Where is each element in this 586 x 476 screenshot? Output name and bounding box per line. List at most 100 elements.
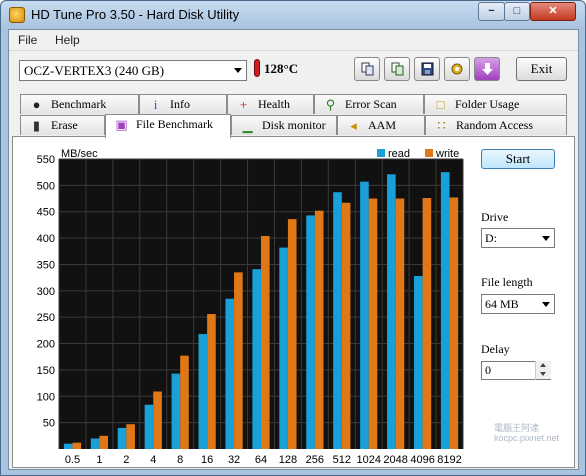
read-bar (144, 404, 154, 449)
legend-label: write (435, 148, 459, 160)
copy-all-button[interactable] (384, 57, 410, 81)
tab-file-benchmark[interactable]: ▣ File Benchmark (105, 114, 231, 138)
write-bar (180, 355, 189, 449)
read-bar (306, 215, 315, 449)
copy-icon (361, 62, 374, 76)
tab-label: Benchmark (51, 97, 107, 111)
random-access-icon: ∷ (437, 118, 446, 133)
copy-button[interactable] (354, 57, 380, 81)
settings-pane: Start Drive D: File length 64 MB Delay 0 (479, 137, 574, 467)
exit-button[interactable]: Exit (516, 57, 567, 81)
app-icon (9, 7, 25, 23)
spin-up-icon[interactable] (536, 361, 551, 370)
x-tick-label: 16 (201, 454, 213, 466)
benchmark-chart: 50 100 150 200 250 300 350 400 450 500 550 0.5 1 2 4 8 1… (13, 145, 473, 467)
tab-random-access[interactable]: ∷ Random Access (425, 115, 567, 135)
legend-label: read (388, 148, 410, 160)
read-bar (117, 427, 127, 449)
app-window: HD Tune Pro 3.50 - Hard Disk Utility − □… (0, 0, 586, 476)
write-bar (341, 202, 351, 449)
x-tick-label: 2048 (383, 454, 407, 466)
tab-erase[interactable]: ▮ Erase (20, 115, 105, 135)
y-tick-label: 500 (37, 180, 55, 192)
legend-swatch (425, 149, 433, 157)
read-bar (198, 334, 208, 449)
write-bar (126, 424, 135, 449)
write-bar (207, 314, 216, 449)
minimize-button[interactable]: − (478, 2, 505, 21)
spin-down-icon[interactable] (536, 370, 551, 379)
x-tick-label: 1024 (356, 454, 380, 466)
tab-info[interactable]: i Info (139, 94, 227, 114)
y-tick-label: 50 (43, 418, 55, 430)
read-bar (440, 172, 450, 449)
download-button[interactable] (474, 57, 500, 81)
x-tick-label: 512 (333, 454, 351, 466)
read-bar (279, 247, 288, 449)
write-bar (395, 198, 405, 449)
x-tick-label: 2 (123, 454, 129, 466)
options-icon (451, 63, 463, 75)
watermark: 電腦王阿達 kocpc.pixnet.net (494, 423, 559, 443)
tab-label: Disk monitor (262, 118, 326, 132)
read-bar (387, 174, 396, 450)
tab-health[interactable]: + Health (227, 94, 314, 114)
watermark-line2: kocpc.pixnet.net (494, 433, 560, 443)
write-bar (153, 391, 162, 449)
health-icon: + (239, 97, 248, 112)
drive-letter-select[interactable]: D: (481, 228, 555, 248)
tab-folder-usage[interactable]: □ Folder Usage (424, 94, 567, 114)
drive-letter-value: D: (485, 231, 497, 245)
write-bar (314, 210, 324, 449)
tab-label: File Benchmark (136, 117, 213, 131)
write-bar (99, 435, 109, 449)
menu-file[interactable]: File (18, 33, 37, 47)
start-button[interactable]: Start (481, 149, 555, 169)
temperature-readout: 128°C (264, 61, 299, 76)
watermark-line1: 電腦王阿達 (494, 423, 540, 433)
tab-error-scan[interactable]: ⚲ Error Scan (314, 94, 424, 114)
tab-label: Error Scan (345, 97, 397, 111)
save-button[interactable] (414, 57, 440, 81)
trash-icon: ▮ (32, 118, 41, 133)
close-button[interactable]: ✕ (530, 2, 576, 21)
info-icon: i (153, 97, 158, 112)
menu-bar: File Help (9, 30, 578, 51)
tab-benchmark[interactable]: ● Benchmark (20, 94, 139, 114)
read-bar (360, 181, 369, 449)
tab-disk-monitor[interactable]: ▁ Disk monitor (231, 115, 337, 135)
read-bar (225, 298, 235, 449)
speaker-icon: ◂ (350, 118, 357, 133)
disk-monitor-icon: ▁ (242, 118, 253, 133)
delay-spinner[interactable] (535, 361, 551, 380)
menu-help[interactable]: Help (55, 33, 80, 47)
options-button[interactable] (444, 57, 470, 81)
y-tick-label: 400 (37, 233, 55, 245)
unit-label: MB/sec (61, 148, 98, 160)
read-bar (252, 269, 261, 449)
x-tick-label: 4 (150, 454, 156, 466)
x-tick-label: 4096 (410, 454, 434, 466)
x-tick-label: 8 (177, 454, 183, 466)
tab-label: Random Access (456, 118, 533, 132)
benchmark-icon: ● (32, 97, 41, 112)
thermometer-icon (254, 59, 260, 77)
read-bar (333, 192, 342, 449)
tab-label: AAM (368, 118, 397, 132)
tab-label: Health (258, 97, 290, 111)
file-length-select[interactable]: 64 MB (481, 294, 555, 314)
write-bar (368, 198, 378, 449)
file-benchmark-panel: 50 100 150 200 250 300 350 400 450 500 550 0.5 1 2 4 8 1… (12, 136, 575, 468)
y-tick-label: 550 (37, 154, 55, 166)
legend-swatch (377, 149, 385, 157)
chevron-down-icon (542, 302, 550, 307)
write-bar (449, 197, 459, 449)
tab-aam[interactable]: ◂ AAM (337, 115, 425, 135)
read-bar (63, 443, 73, 449)
maximize-button[interactable]: □ (504, 2, 530, 21)
copy-all-icon (391, 62, 404, 76)
y-tick-label: 150 (37, 365, 55, 377)
drive-select[interactable]: OCZ-VERTEX3 (240 GB) (19, 60, 247, 81)
folder-icon: □ (436, 97, 445, 112)
title-bar[interactable]: HD Tune Pro 3.50 - Hard Disk Utility − □… (1, 1, 585, 29)
